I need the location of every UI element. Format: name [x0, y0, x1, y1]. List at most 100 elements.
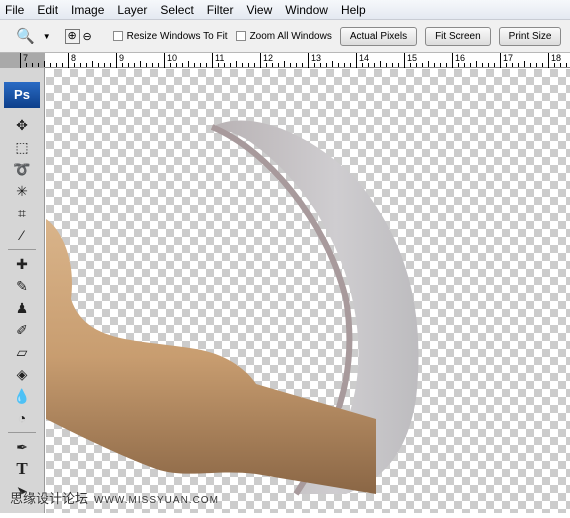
blur-tool-icon[interactable]: 💧: [0, 385, 44, 407]
clone-stamp-tool-icon[interactable]: ♟: [0, 297, 44, 319]
move-tool-icon[interactable]: ✥: [0, 114, 44, 136]
ruler-minor-tick: [272, 63, 273, 67]
zoom-out-icon[interactable]: ⊖: [80, 30, 95, 43]
ruler-minor-tick: [488, 63, 489, 67]
ruler-minor-tick: [554, 63, 555, 67]
ruler-minor-tick: [236, 61, 237, 67]
lasso-tool-icon[interactable]: ➰: [0, 158, 44, 180]
ruler-minor-tick: [188, 61, 189, 67]
ruler-minor-tick: [110, 63, 111, 67]
watermark: 思缘设计论坛 WWW.MISSYUAN.COM: [10, 488, 219, 507]
zoom-tool-icon[interactable]: 🔍: [16, 27, 35, 45]
ruler-minor-tick: [26, 63, 27, 67]
ruler-minor-tick: [530, 63, 531, 67]
eraser-tool-icon[interactable]: ▱: [0, 341, 44, 363]
ruler-minor-tick: [368, 63, 369, 67]
ruler-minor-tick: [296, 63, 297, 67]
print-size-button[interactable]: Print Size: [498, 26, 562, 46]
tool-preset-dropdown[interactable]: ▼: [43, 32, 51, 41]
menu-layer[interactable]: Layer: [117, 3, 147, 17]
watermark-cn: 思缘设计论坛: [10, 491, 89, 506]
image-layer: [46, 120, 419, 496]
dodge-tool-icon[interactable]: ◔: [0, 407, 44, 429]
menu-edit[interactable]: Edit: [37, 3, 58, 17]
ruler-minor-tick: [566, 63, 567, 67]
ruler-minor-tick: [392, 63, 393, 67]
menu-filter[interactable]: Filter: [207, 3, 234, 17]
ruler-minor-tick: [98, 63, 99, 67]
ruler-minor-tick: [344, 63, 345, 67]
zoom-in-icon[interactable]: ⊕: [64, 28, 80, 44]
ruler-minor-tick: [176, 63, 177, 67]
ruler-minor-tick: [326, 63, 327, 67]
resize-windows-checkbox[interactable]: Resize Windows To Fit: [112, 30, 228, 42]
watermark-url: WWW.MISSYUAN.COM: [94, 495, 219, 506]
ruler-minor-tick: [182, 63, 183, 67]
ruler-minor-tick: [86, 63, 87, 67]
ruler-minor-tick: [314, 63, 315, 67]
ruler-minor-tick: [446, 63, 447, 67]
menu-bar: File Edit Image Layer Select Filter View…: [0, 0, 570, 20]
ruler-minor-tick: [362, 63, 363, 67]
ruler-minor-tick: [128, 63, 129, 67]
eyedropper-tool-icon[interactable]: ⁄: [0, 224, 44, 246]
ruler-minor-tick: [386, 63, 387, 67]
ruler-minor-tick: [50, 63, 51, 67]
ruler-minor-tick: [158, 63, 159, 67]
fit-screen-button[interactable]: Fit Screen: [425, 26, 491, 46]
ruler-minor-tick: [440, 63, 441, 67]
marquee-tool-icon[interactable]: ⬚: [0, 136, 44, 158]
ruler-minor-tick: [200, 63, 201, 67]
ruler-minor-tick: [230, 63, 231, 67]
ruler-minor-tick: [320, 63, 321, 67]
actual-pixels-button[interactable]: Actual Pixels: [339, 26, 418, 46]
ruler-minor-tick: [380, 61, 381, 67]
ruler-minor-tick: [278, 63, 279, 67]
zoom-all-windows-checkbox[interactable]: Zoom All Windows: [235, 30, 332, 42]
ruler-minor-tick: [512, 63, 513, 67]
menu-file[interactable]: File: [5, 3, 24, 17]
ruler-minor-tick: [494, 63, 495, 67]
ruler-minor-tick: [350, 63, 351, 67]
ruler-minor-tick: [422, 63, 423, 67]
ruler-minor-tick: [338, 63, 339, 67]
ruler-minor-tick: [542, 63, 543, 67]
pen-tool-icon[interactable]: ✒: [0, 436, 44, 458]
ruler-minor-tick: [248, 63, 249, 67]
magic-wand-tool-icon[interactable]: ✳: [0, 180, 44, 202]
crop-tool-icon[interactable]: ⌗: [0, 202, 44, 224]
ruler-minor-tick: [458, 63, 459, 67]
ruler-minor-tick: [506, 63, 507, 67]
menu-select[interactable]: Select: [160, 3, 193, 17]
type-tool-icon[interactable]: T: [0, 458, 44, 480]
ruler-minor-tick: [524, 61, 525, 67]
healing-brush-tool-icon[interactable]: ✚: [0, 253, 44, 275]
horizontal-ruler: 7 8 9 10 11 12 13 14 15 16 17 18: [0, 53, 570, 68]
ruler-minor-tick: [284, 61, 285, 67]
arm-shape: [46, 219, 376, 494]
ruler-minor-tick: [122, 63, 123, 67]
ruler-minor-tick: [134, 63, 135, 67]
ruler-minor-tick: [62, 63, 63, 67]
zoom-all-label: Zoom All Windows: [249, 30, 332, 42]
ruler-minor-tick: [206, 63, 207, 67]
menu-window[interactable]: Window: [285, 3, 328, 17]
ruler-minor-tick: [332, 61, 333, 67]
brush-tool-icon[interactable]: ✎: [0, 275, 44, 297]
resize-windows-label: Resize Windows To Fit: [126, 30, 228, 42]
history-brush-tool-icon[interactable]: ✐: [0, 319, 44, 341]
ruler-minor-tick: [74, 63, 75, 67]
menu-help[interactable]: Help: [341, 3, 366, 17]
paint-bucket-tool-icon[interactable]: ◈: [0, 363, 44, 385]
ruler-minor-tick: [38, 63, 39, 67]
ruler-minor-tick: [242, 63, 243, 67]
ruler-minor-tick: [434, 63, 435, 67]
menu-image[interactable]: Image: [71, 3, 104, 17]
toolbox-divider: [8, 432, 36, 433]
ruler-minor-tick: [146, 63, 147, 67]
ruler-minor-tick: [302, 63, 303, 67]
menu-view[interactable]: View: [246, 3, 272, 17]
document-canvas[interactable]: [46, 69, 570, 513]
ruler-minor-tick: [170, 63, 171, 67]
ruler-minor-tick: [464, 63, 465, 67]
